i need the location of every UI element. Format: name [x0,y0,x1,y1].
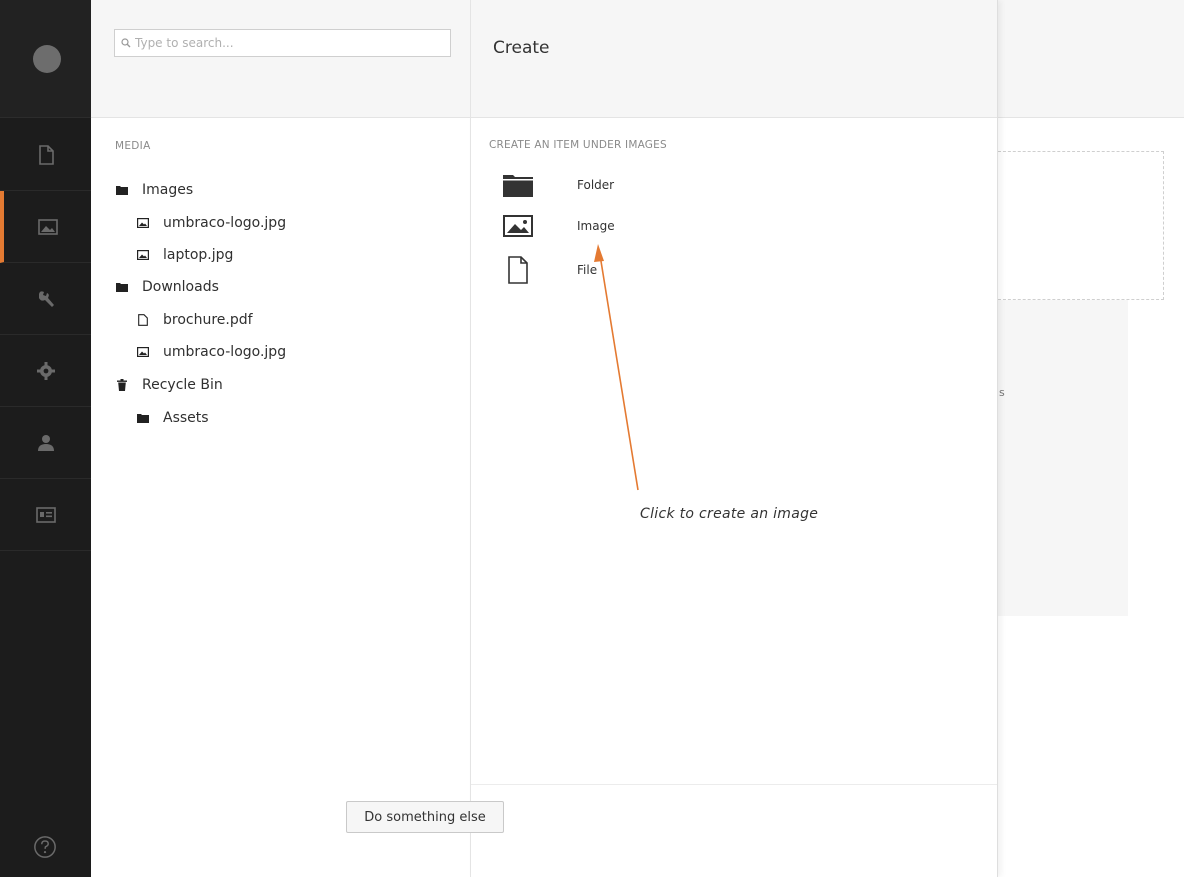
avatar[interactable] [33,45,61,73]
file-icon [136,313,150,327]
content-section-icon[interactable] [0,119,91,191]
create-dialog-subtitle: CREATE AN ITEM UNDER IMAGES [489,139,667,151]
folder-icon [115,183,129,197]
wrench-icon [38,290,54,307]
document-icon [38,144,54,165]
editor-placeholder-box [998,300,1128,616]
search-input[interactable] [135,36,435,50]
create-option-folder[interactable]: Folder [501,168,614,202]
tree-section-title: MEDIA [115,140,151,152]
tree-node-assets[interactable]: Assets [136,408,209,428]
tree-node-downloads[interactable]: Downloads [115,277,219,297]
editor-header-background [998,0,1184,118]
user-icon [37,434,54,451]
tree-header [91,0,470,118]
tree-node-laptop[interactable]: laptop.jpg [136,245,233,265]
create-option-label: Image [577,219,615,233]
annotation-text: Click to create an image [640,506,819,522]
media-tree-panel: MEDIA Images umbraco-logo.jpg laptop.jpg… [91,0,471,877]
create-dialog-title: Create [493,38,550,58]
tree-node-umbraco-logo[interactable]: umbraco-logo.jpg [136,213,286,233]
dropzone-outline [998,151,1164,300]
rail-header [0,0,91,118]
tree-node-label: Recycle Bin [142,377,223,393]
tree-node-brochure[interactable]: brochure.pdf [136,310,253,330]
search-box[interactable] [114,29,451,57]
folder-icon [501,168,535,202]
picture-icon [37,218,58,235]
media-section-icon[interactable] [0,191,91,263]
tree-node-recycle-bin[interactable]: Recycle Bin [115,375,223,395]
developer-section-icon[interactable] [0,335,91,407]
gear-icon [36,361,55,380]
image-icon [501,209,535,243]
search-icon [121,38,131,48]
tree-node-label: brochure.pdf [163,312,253,328]
users-section-icon[interactable] [0,407,91,479]
image-icon [136,216,150,230]
settings-wrench-section-icon[interactable] [0,263,91,335]
tree-node-label: umbraco-logo.jpg [163,344,287,360]
tree-node-umbraco-logo-2[interactable]: umbraco-logo.jpg [136,342,286,362]
folder-icon [115,280,129,294]
help-icon[interactable] [32,834,58,860]
create-option-file[interactable]: File [501,253,597,287]
create-option-label: Folder [577,178,615,192]
tree-node-label: umbraco-logo.jpg [163,215,287,231]
do-something-else-button[interactable]: Do something else [346,801,504,833]
members-section-icon[interactable] [0,479,91,551]
create-dialog-header: Create [471,0,997,118]
tree-node-label: Downloads [142,279,219,295]
background-text-fragment: s [999,386,1005,399]
create-dialog-footer [471,784,997,877]
file-icon [501,253,535,287]
create-dialog: Create CREATE AN ITEM UNDER IMAGES Folde… [471,0,998,877]
tree-node-images[interactable]: Images [115,180,193,200]
tree-node-label: laptop.jpg [163,247,234,263]
tree-node-label: Assets [163,410,209,426]
create-option-label: File [577,263,598,277]
trash-icon [115,378,129,392]
member-card-icon [35,506,56,523]
image-icon [136,345,150,359]
tree-node-label: Images [142,182,194,198]
section-nav-rail [0,0,91,877]
folder-icon [136,411,150,425]
image-icon [136,248,150,262]
create-option-image[interactable]: Image [501,209,615,243]
